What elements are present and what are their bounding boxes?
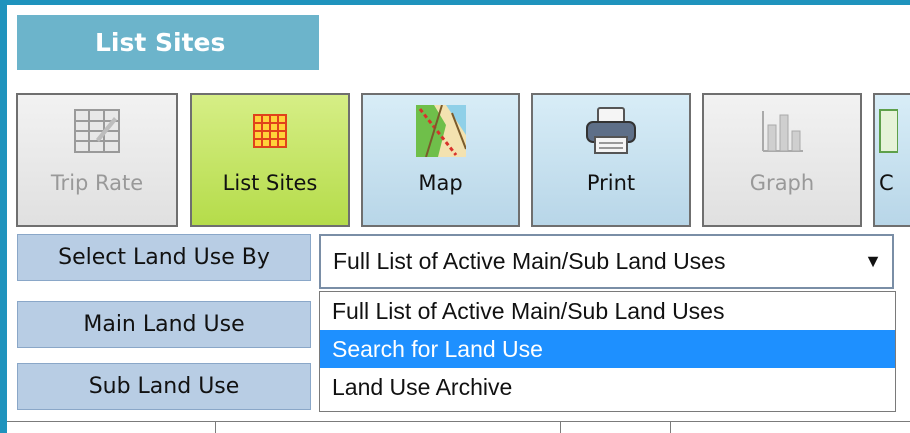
option-full-list[interactable]: Full List of Active Main/Sub Land Uses [320, 292, 895, 330]
trip-rate-button[interactable]: Trip Rate [16, 93, 178, 227]
main-land-use-label: Main Land Use [17, 301, 311, 348]
page-title: List Sites [95, 28, 226, 57]
column-divider [215, 422, 216, 433]
printer-icon [581, 105, 641, 157]
partial-icon [878, 105, 910, 157]
trip-rate-label: Trip Rate [50, 171, 144, 195]
map-button[interactable]: Map [361, 93, 520, 227]
app-frame: List Sites Trip Rate List Sites Map Prin… [7, 5, 910, 433]
spreadsheet-icon [67, 105, 127, 157]
land-use-dropdown-list: Full List of Active Main/Sub Land Uses S… [319, 291, 896, 412]
bar-chart-icon [752, 105, 812, 157]
option-search-land-use[interactable]: Search for Land Use [320, 330, 895, 368]
partial-toolbar-button[interactable]: C [873, 93, 910, 227]
print-button[interactable]: Print [531, 93, 691, 227]
map-label: Map [418, 171, 463, 195]
list-sites-button[interactable]: List Sites [190, 93, 350, 227]
land-use-select-value: Full List of Active Main/Sub Land Uses [333, 248, 726, 274]
table-header-row [7, 421, 910, 433]
map-icon [411, 105, 471, 157]
graph-label: Graph [749, 171, 815, 195]
option-land-use-archive[interactable]: Land Use Archive [320, 368, 895, 406]
sub-land-use-label: Sub Land Use [17, 363, 311, 410]
select-by-label: Select Land Use By [17, 234, 311, 281]
list-sites-label: List Sites [222, 171, 318, 195]
print-label: Print [586, 171, 636, 195]
column-divider [560, 422, 561, 433]
land-use-select[interactable]: Full List of Active Main/Sub Land Uses ▼ [319, 234, 894, 289]
column-divider [670, 422, 671, 433]
page-title-bar: List Sites [17, 15, 319, 70]
grid-list-icon [240, 105, 300, 157]
partial-label: C [879, 171, 894, 195]
dropdown-arrow-icon: ▼ [864, 251, 882, 271]
graph-button[interactable]: Graph [702, 93, 862, 227]
